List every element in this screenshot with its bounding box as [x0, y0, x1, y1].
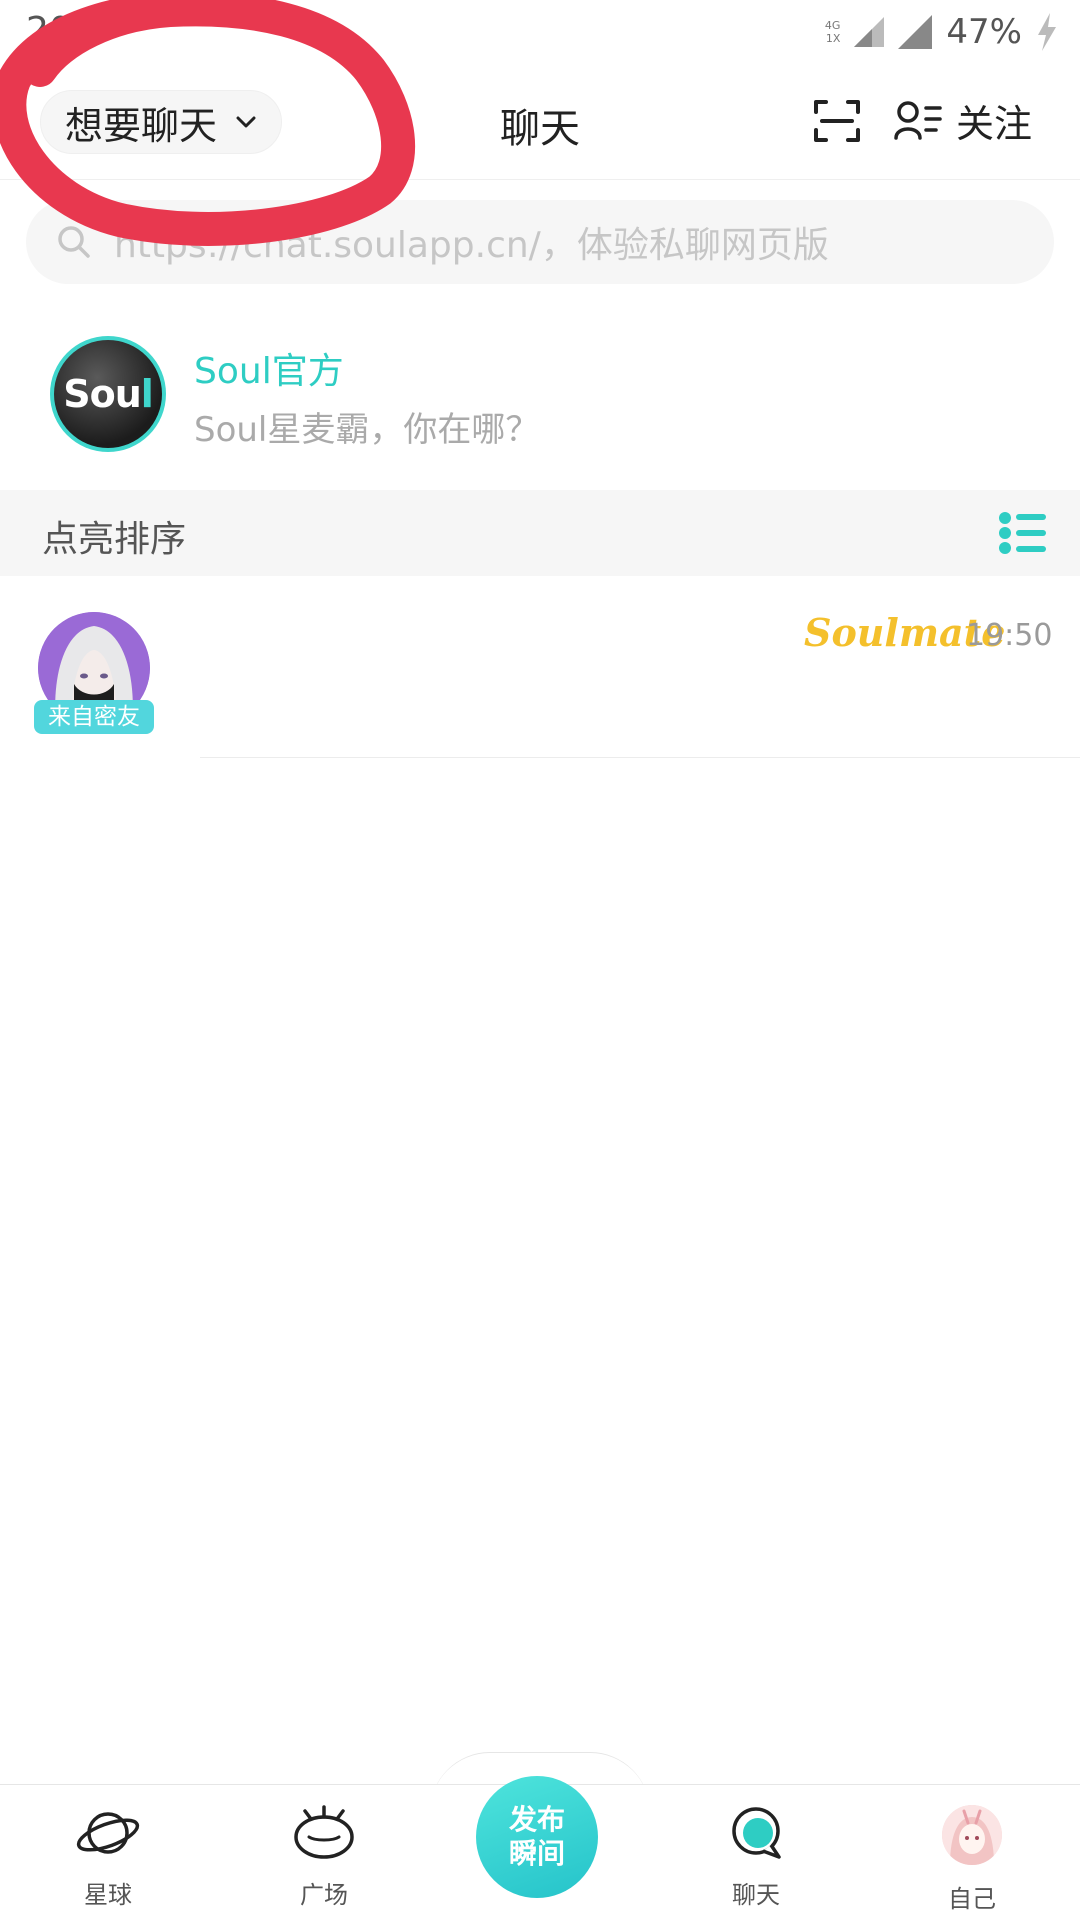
publish-label-line2: 瞬间	[508, 1837, 565, 1870]
nav-label-self: 自己	[948, 1885, 996, 1913]
signal-icon	[854, 17, 885, 47]
search-icon	[58, 226, 90, 258]
soul-logo: Soul	[54, 340, 162, 448]
close-friend-tag: 来自密友	[34, 700, 154, 734]
scan-button[interactable]	[812, 96, 862, 146]
status-time: 20:0	[26, 10, 107, 51]
self-avatar-icon	[942, 1805, 1002, 1865]
follow-user-icon	[894, 101, 942, 140]
planet-icon	[76, 1812, 140, 1854]
nav-item-planet[interactable]: 星球	[48, 1805, 168, 1910]
official-account-item[interactable]: Soul Soul官方 Soul星麦霸，你在哪？	[0, 330, 1080, 480]
nav-item-chat[interactable]: 聊天	[696, 1805, 816, 1910]
nav-item-self[interactable]: 自己	[912, 1805, 1032, 1914]
soul-logo-text: Soul	[63, 372, 154, 416]
charging-icon	[1038, 13, 1056, 51]
follow-button[interactable]: 关注	[894, 90, 1032, 150]
battery-level: 47%	[946, 12, 1022, 52]
top-app-bar: 想要聊天 聊天 关注	[0, 66, 1080, 180]
follow-label: 关注	[956, 101, 1033, 146]
nav-label-chat: 聊天	[732, 1881, 780, 1909]
network-type-bottom: 1X	[825, 32, 841, 45]
scan-icon	[814, 100, 860, 142]
chat-list-item[interactable]: 来自密友 Soulmate 19:50	[0, 600, 1080, 758]
soul-logo-text-main: Sou	[63, 372, 142, 416]
status-bar: 20:0 4G 1X 47%	[0, 0, 1080, 66]
sort-bar: 点亮排序	[0, 490, 1080, 576]
official-name: Soul官方	[194, 351, 344, 392]
official-last-message: Soul星麦霸，你在哪？	[194, 410, 540, 450]
square-icon	[294, 1805, 354, 1859]
sort-label: 点亮排序	[42, 519, 187, 560]
divider	[200, 757, 1080, 758]
nav-label-square: 广场	[300, 1881, 348, 1909]
search-placeholder: https://chat.soulapp.cn/，体验私聊网页版	[114, 225, 829, 266]
list-view-icon[interactable]	[998, 510, 1048, 556]
network-type: 4G 1X	[825, 19, 841, 45]
network-type-top: 4G	[824, 19, 841, 32]
nav-item-square[interactable]: 广场	[264, 1805, 384, 1910]
chat-icon	[732, 1807, 781, 1859]
publish-label-line1: 发布	[508, 1803, 565, 1836]
search-bar[interactable]: https://chat.soulapp.cn/，体验私聊网页版	[26, 200, 1054, 284]
publish-moment-button[interactable]: 发布 瞬间	[476, 1776, 598, 1898]
self-avatar	[942, 1805, 1002, 1865]
official-avatar: Soul	[50, 336, 166, 452]
signal-icon-2	[898, 15, 933, 49]
soul-logo-text-accent: l	[140, 372, 154, 416]
nav-label-planet: 星球	[84, 1881, 132, 1909]
status-indicators: 4G 1X 47%	[825, 10, 1058, 54]
chat-time: 19:50	[966, 618, 1053, 653]
